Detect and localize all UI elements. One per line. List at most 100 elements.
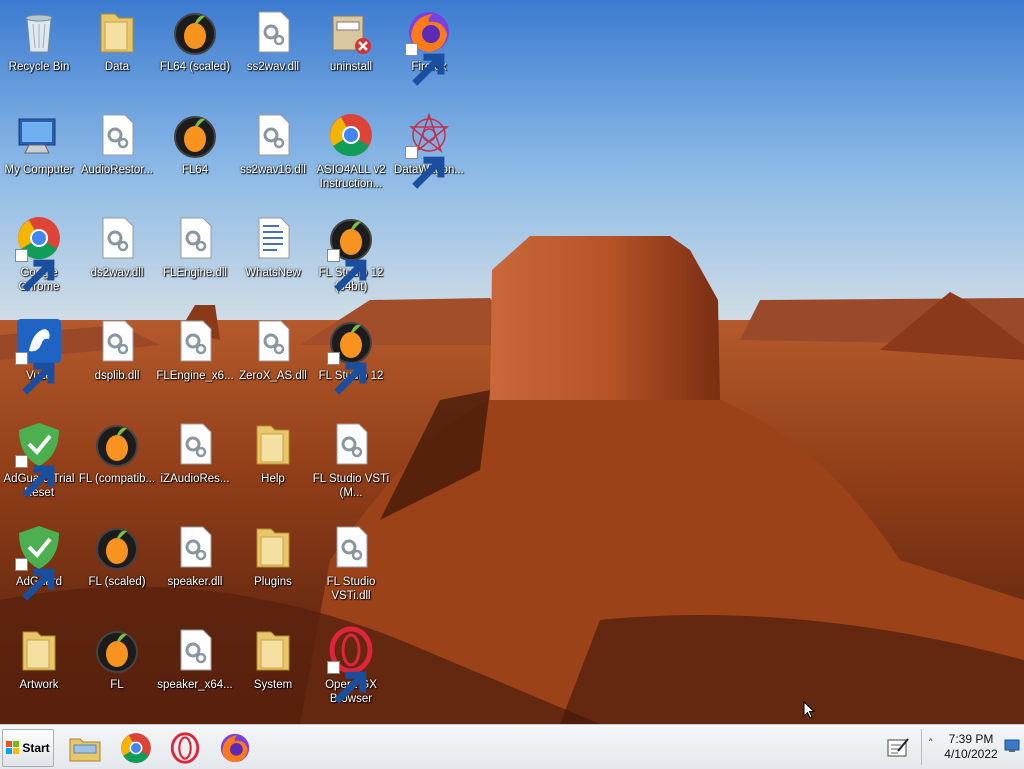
- icon-label: ASIO4ALL v2 Instruction...: [316, 164, 386, 190]
- desktop-icon-ss2wav16-dll[interactable]: ss2wav16.dll: [234, 105, 312, 195]
- desktop-icon-speaker-dll[interactable]: speaker.dll: [156, 517, 234, 607]
- folder-icon: [249, 420, 297, 468]
- tray-divider: [921, 729, 922, 765]
- dll-file-icon: [249, 317, 297, 365]
- shortcut-arrow-icon: [405, 43, 445, 86]
- icon-label: FL (scaled): [88, 576, 146, 588]
- dll-file-icon: [93, 214, 141, 262]
- notepad-tray-icon: [887, 738, 909, 757]
- shortcut-arrow-icon: [15, 455, 55, 498]
- desktop-icon-audiorestor[interactable]: AudioRestor...: [78, 105, 156, 195]
- icon-label: Data: [104, 61, 130, 73]
- shortcut-arrow-icon: [15, 558, 55, 601]
- taskbar-chrome[interactable]: [119, 731, 153, 765]
- dll-file-icon: [327, 420, 375, 468]
- desktop-icon-artwork[interactable]: Artwork: [0, 620, 78, 710]
- desktop-icon-vuze[interactable]: Vuze: [0, 311, 78, 401]
- show-hidden-icons-button[interactable]: ˄: [928, 737, 934, 750]
- icon-label: ZeroX_AS.dll: [239, 370, 307, 382]
- shortcut-arrow-icon: [327, 352, 367, 395]
- icon-label: FLEngine_x6...: [156, 370, 234, 382]
- nsis-uninstall-icon: [327, 8, 375, 56]
- desktop[interactable]: Recycle Bin My Computer Google Chrome Vu…: [0, 0, 1024, 724]
- icon-label: speaker.dll: [167, 576, 223, 588]
- dll-file-icon: [171, 420, 219, 468]
- desktop-icon-ss2wav-dll[interactable]: ss2wav.dll: [234, 2, 312, 92]
- chrome-icon: [15, 214, 63, 292]
- start-button[interactable]: Start: [2, 729, 54, 767]
- desktop-icon-uninstall[interactable]: uninstall: [312, 2, 390, 92]
- opera-icon: [170, 732, 200, 764]
- icon-label: iZAudioRes...: [160, 473, 230, 485]
- desktop-icon-plugins[interactable]: Plugins: [234, 517, 312, 607]
- desktop-icon-fl-scaled[interactable]: FL (scaled): [78, 517, 156, 607]
- desktop-icon-recycle-bin[interactable]: Recycle Bin: [0, 2, 78, 92]
- dll-file-icon: [171, 626, 219, 674]
- desktop-icon-ds2wav-dll[interactable]: ds2wav.dll: [78, 208, 156, 298]
- taskbar-opera[interactable]: [168, 731, 202, 765]
- recycle-bin-icon: [15, 8, 63, 56]
- desktop-icon-fl-studio-12[interactable]: FL Studio 12: [312, 311, 390, 401]
- desktop-icon-fl-studio-12-64bit[interactable]: FL Studio 12 (64bit): [312, 208, 390, 298]
- desktop-icon-izaudiores[interactable]: iZAudioRes...: [156, 414, 234, 504]
- datawagon-icon: [405, 111, 453, 189]
- taskbar-file-explorer[interactable]: [68, 731, 102, 765]
- clock-time: 7:39 PM: [948, 732, 994, 746]
- icon-label: uninstall: [329, 61, 373, 73]
- desktop-icon-adguard[interactable]: AdGuard: [0, 517, 78, 607]
- fl-studio-icon: [93, 523, 141, 571]
- icon-label: WhatsNew: [245, 267, 301, 279]
- desktop-icon-datawagon[interactable]: DataWagon...: [390, 105, 468, 195]
- desktop-icon-dsplib-dll[interactable]: dsplib.dll: [78, 311, 156, 401]
- fl-studio-icon: [93, 626, 141, 674]
- desktop-icon-data[interactable]: Data: [78, 2, 156, 92]
- desktop-icon-fl[interactable]: FL: [78, 620, 156, 710]
- clock-date: 4/10/2022: [944, 747, 998, 761]
- desktop-icon-opera-gx[interactable]: Opera GX Browser: [312, 620, 390, 710]
- icon-label: FL: [110, 679, 124, 691]
- desktop-icon-whatsnew[interactable]: WhatsNew: [234, 208, 312, 298]
- folder-icon: [15, 626, 63, 674]
- desktop-icon-zerox-as-dll[interactable]: ZeroX_AS.dll: [234, 311, 312, 401]
- dll-file-icon: [249, 8, 297, 56]
- taskbar: Start ˄ 7:39 PM 4/10/2022: [0, 724, 1024, 769]
- desktop-icon-asio4all[interactable]: ASIO4ALL v2 Instruction...: [312, 105, 390, 195]
- icon-label: dsplib.dll: [94, 370, 140, 382]
- taskbar-firefox[interactable]: [218, 731, 252, 765]
- desktop-icon-fl-studio-vsti-m[interactable]: FL Studio VSTi (M...: [312, 414, 390, 504]
- desktop-icon-fl-studio-vsti-dll[interactable]: FL Studio VSTi.dll: [312, 517, 390, 607]
- shortcut-arrow-icon: [405, 146, 445, 189]
- windows-logo-icon: [6, 741, 20, 754]
- dll-file-icon: [249, 111, 297, 159]
- desktop-icon-google-chrome[interactable]: Google Chrome: [0, 208, 78, 298]
- desktop-icon-fl64[interactable]: FL64: [156, 105, 234, 195]
- desktop-icon-adguard-trial-reset[interactable]: AdGuard Trial Reset: [0, 414, 78, 504]
- desktop-icon-firefox[interactable]: Firefox: [390, 2, 468, 92]
- start-label: Start: [22, 741, 50, 755]
- icon-label: Plugins: [254, 576, 292, 588]
- clock[interactable]: 7:39 PM 4/10/2022: [940, 732, 1002, 762]
- tray-notes[interactable]: [886, 735, 910, 759]
- show-desktop-icon[interactable]: [1004, 739, 1020, 753]
- vuze-icon: [15, 317, 63, 395]
- desktop-icon-flengine-x64[interactable]: FLEngine_x6...: [156, 311, 234, 401]
- computer-icon: [15, 111, 63, 159]
- desktop-icon-fl64-scaled[interactable]: FL64 (scaled): [156, 2, 234, 92]
- fl-studio-icon: [171, 8, 219, 56]
- shortcut-arrow-icon: [327, 661, 367, 704]
- desktop-icon-fl-compatib[interactable]: FL (compatib...: [78, 414, 156, 504]
- desktop-icon-help[interactable]: Help: [234, 414, 312, 504]
- icon-label: FL Studio VSTi.dll: [326, 576, 376, 602]
- dll-file-icon: [171, 317, 219, 365]
- shortcut-arrow-icon: [15, 249, 55, 292]
- desktop-icon-flengine-dll[interactable]: FLEngine.dll: [156, 208, 234, 298]
- desktop-icon-system[interactable]: System: [234, 620, 312, 710]
- dll-file-icon: [327, 523, 375, 571]
- desktop-icon-my-computer[interactable]: My Computer: [0, 105, 78, 195]
- folder-icon: [249, 626, 297, 674]
- icon-label: ss2wav.dll: [246, 61, 300, 73]
- desktop-icon-speaker-x64[interactable]: speaker_x64...: [156, 620, 234, 710]
- dll-file-icon: [171, 523, 219, 571]
- icon-label: My Computer: [4, 164, 74, 176]
- folder-icon: [249, 523, 297, 571]
